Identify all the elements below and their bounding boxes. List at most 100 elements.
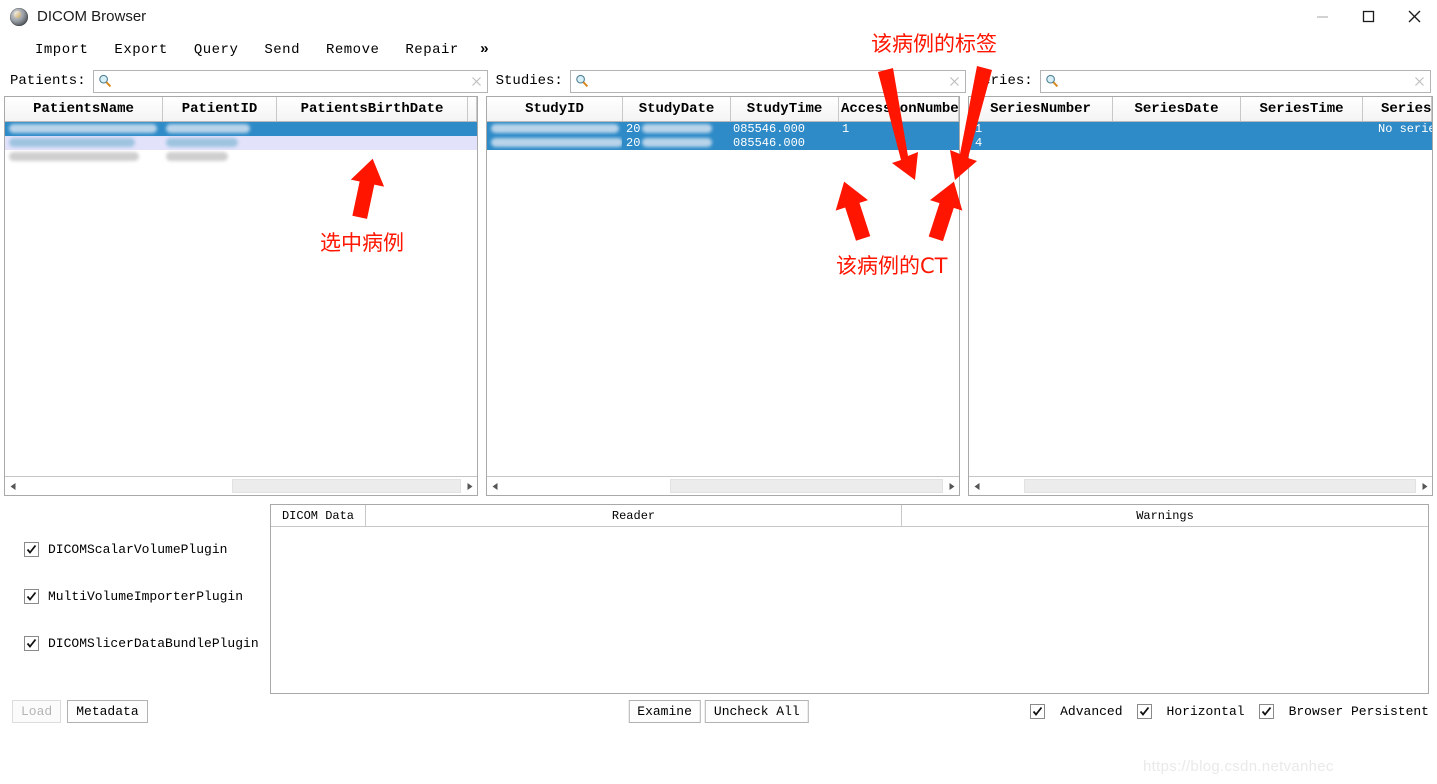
plugin-item-multivolumeimporterplugin[interactable]: MultiVolumeImporterPlugin (8, 573, 270, 620)
study-time-cell: 085546.000 (733, 122, 806, 136)
plugin-item-dicomslicerdatabundleplugin[interactable]: DICOMSlicerDataBundlePlugin (8, 620, 270, 667)
option-horizontal[interactable]: Horizontal (1136, 703, 1245, 719)
annotation-case-ct: 该病例的CT (836, 254, 948, 278)
scroll-track[interactable] (503, 479, 943, 493)
patients-search-box[interactable] (92, 69, 488, 93)
checkbox-icon[interactable] (1030, 703, 1046, 719)
series-search-input[interactable] (1062, 73, 1409, 89)
study-date-cell: 20 (622, 136, 729, 150)
patients-horizontal-scrollbar[interactable] (5, 476, 477, 495)
table-row[interactable] (5, 122, 477, 136)
series-number-cell: 4 (975, 136, 983, 150)
dicom-data-table: DICOM Data Reader Warnings (270, 504, 1429, 694)
checkbox-icon[interactable] (1136, 703, 1152, 719)
studies-horizontal-scrollbar[interactable] (487, 476, 959, 495)
table-row[interactable]: 4 (969, 136, 1432, 150)
toolbar-button-query[interactable]: Query (181, 39, 252, 61)
option-browser-persistent[interactable]: Browser Persistent (1258, 703, 1429, 719)
column-header-studytime[interactable]: StudyTime (731, 97, 839, 121)
clear-icon[interactable] (948, 75, 961, 88)
plugin-item-dicomscalarvolumeplugin[interactable]: DICOMScalarVolumePlugin (8, 526, 270, 573)
redacted-value (9, 152, 139, 162)
studies-rows[interactable]: 20 085546.000 1 20 085546.000 (487, 122, 959, 476)
table-row[interactable]: 1 No serie (969, 122, 1432, 136)
series-header-row: SeriesNumber SeriesDate SeriesTime Serie… (969, 97, 1432, 122)
column-header-warnings[interactable]: Warnings (902, 505, 1428, 526)
redacted-value (642, 124, 713, 134)
studies-search-box[interactable] (569, 69, 966, 93)
study-id-cell (487, 122, 622, 136)
studies-pane: StudyID StudyDate StudyTime AccessionNum… (486, 96, 960, 496)
series-description-cell: No serie (1378, 122, 1432, 136)
search-icon (575, 74, 589, 88)
toolbar-button-remove[interactable]: Remove (313, 39, 392, 61)
column-header-patientid[interactable]: PatientID (163, 97, 277, 121)
series-search-box[interactable] (1039, 69, 1431, 93)
annotation-selected-case: 选中病例 (320, 231, 404, 255)
series-rows[interactable]: 1 No serie 4 (969, 122, 1432, 476)
toolbar-overflow-icon[interactable]: » (472, 38, 497, 61)
toolbar-button-send[interactable]: Send (251, 39, 313, 61)
patients-search-input[interactable] (115, 73, 466, 89)
column-header-dicom-data[interactable]: DICOM Data (271, 505, 366, 526)
search-icon (1045, 74, 1059, 88)
table-row[interactable]: 20 085546.000 1 (487, 122, 959, 136)
scroll-left-icon[interactable] (5, 478, 21, 494)
column-header-patientsname[interactable]: PatientsName (5, 97, 163, 121)
scroll-right-icon[interactable] (1416, 478, 1432, 494)
bottom-center-buttons: Examine Uncheck All (628, 699, 809, 723)
study-time-cell: 085546.000 (733, 136, 806, 150)
toolbar-button-repair[interactable]: Repair (392, 39, 471, 61)
toolbar-button-import[interactable]: Import (22, 39, 101, 61)
dicom-data-body[interactable] (271, 527, 1428, 693)
checkbox-icon[interactable] (24, 542, 39, 557)
scroll-track[interactable] (21, 479, 461, 493)
table-row[interactable] (5, 136, 477, 150)
column-header-patientsbirthdate[interactable]: PatientsBirthDate (277, 97, 468, 121)
option-advanced[interactable]: Advanced (1030, 703, 1123, 719)
close-button[interactable] (1391, 0, 1437, 33)
series-horizontal-scrollbar[interactable] (969, 476, 1432, 495)
column-header-reader[interactable]: Reader (366, 505, 902, 526)
bottom-left-buttons: Load Metadata (12, 699, 148, 723)
watermark: https://blog.csdn.netvanhec (1143, 758, 1334, 775)
metadata-button[interactable]: Metadata (67, 699, 148, 723)
patient-id-cell (162, 122, 275, 136)
minimize-button[interactable] (1299, 0, 1345, 33)
bottom-right-options: Advanced Horizontal Browser Persistent (1030, 703, 1429, 719)
uncheck-all-button[interactable]: Uncheck All (704, 699, 809, 723)
column-header-studydate[interactable]: StudyDate (623, 97, 731, 121)
column-header-seriesdate[interactable]: SeriesDate (1113, 97, 1241, 121)
studies-search-input[interactable] (592, 73, 944, 89)
patients-filter-label: Patients: (10, 73, 86, 89)
column-header-seriesdescription[interactable]: SeriesDescription (1363, 97, 1432, 121)
examine-button[interactable]: Examine (628, 699, 701, 723)
column-header-studyid[interactable]: StudyID (487, 97, 623, 121)
scroll-right-icon[interactable] (943, 478, 959, 494)
plugin-label: DICOMSlicerDataBundlePlugin (48, 636, 259, 651)
table-row[interactable] (5, 150, 477, 164)
checkbox-icon[interactable] (24, 589, 39, 604)
option-label: Browser Persistent (1288, 703, 1429, 719)
checkbox-icon[interactable] (1258, 703, 1274, 719)
search-icon (98, 74, 112, 88)
maximize-button[interactable] (1345, 0, 1391, 33)
clear-icon[interactable] (1413, 75, 1426, 88)
scroll-track[interactable] (985, 479, 1416, 493)
load-button[interactable]: Load (12, 699, 62, 723)
scroll-left-icon[interactable] (487, 478, 503, 494)
checkbox-icon[interactable] (24, 636, 39, 651)
table-row[interactable]: 20 085546.000 (487, 136, 959, 150)
column-header-accessionnumber[interactable]: AccessionNumber (839, 97, 959, 121)
column-header-seriestime[interactable]: SeriesTime (1241, 97, 1363, 121)
patient-name-cell (5, 136, 162, 150)
clear-icon[interactable] (470, 75, 483, 88)
redacted-value (491, 138, 622, 148)
patient-name-cell (5, 150, 162, 164)
scroll-left-icon[interactable] (969, 478, 985, 494)
scroll-right-icon[interactable] (461, 478, 477, 494)
toolbar-button-export[interactable]: Export (101, 39, 180, 61)
patients-rows[interactable] (5, 122, 477, 476)
column-header-seriesnumber[interactable]: SeriesNumber (969, 97, 1113, 121)
browser-panes: PatientsName PatientID PatientsBirthDate (0, 96, 1437, 496)
